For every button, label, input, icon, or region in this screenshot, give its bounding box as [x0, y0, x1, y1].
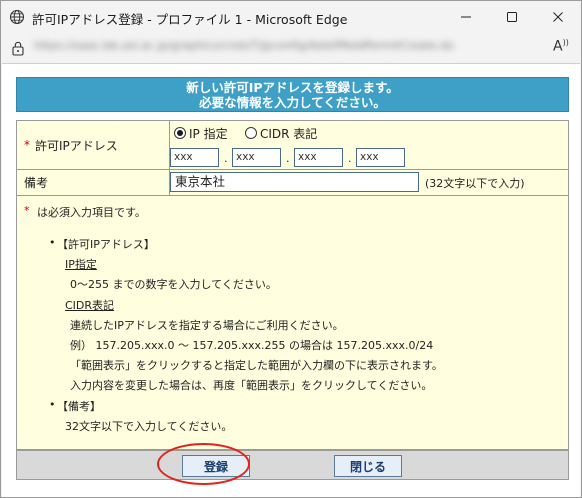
cidr-help-text-2: 例） 157.205.xxx.0 ～ 157.205.xxx.255 の場合は … [70, 339, 434, 352]
ip-address-row: * 許可IPアドレス IP 指定 CIDR 表記 xxx . xxx . xxx… [16, 120, 569, 170]
read-aloud-icon[interactable]: A)) [553, 38, 569, 55]
ip-help-heading: 【許可IPアドレス】 [57, 238, 155, 251]
header-line-2: 必要な情報を入力してください。 [199, 95, 386, 110]
maximize-button[interactable] [489, 1, 535, 33]
memo-help-heading: 【備考】 [57, 400, 101, 413]
page-header: 新しい許可IPアドレスを登録します。 必要な情報を入力してください。 [16, 77, 569, 112]
page-content: 新しい許可IPアドレスを登録します。 必要な情報を入力してください。 * 許可I… [2, 63, 580, 497]
close-button[interactable]: 閉じる [334, 455, 402, 477]
title-bar: 許可IPアドレス登録 - プロファイル 1 - Microsoft Edge [1, 1, 581, 34]
radio-ip-label[interactable]: IP 指定 [189, 125, 228, 142]
memo-label: 備考 [24, 176, 49, 190]
memo-help-text: 32文字以下で入力してください。 [65, 420, 233, 433]
ip-octet-2-input[interactable]: xxx [232, 148, 281, 167]
radio-cidr[interactable] [245, 127, 257, 139]
bullet: • [49, 236, 56, 249]
ip-dot: . [286, 152, 290, 165]
ip-address-label: 許可IPアドレス [35, 138, 118, 153]
bullet: • [49, 398, 56, 411]
url-field[interactable]: https://saas.lab.asl.ac.jp/graphics/cnds… [34, 39, 474, 55]
memo-hint: (32文字以下で入力) [425, 177, 525, 190]
memo-input[interactable]: 東京本社 [170, 172, 419, 192]
radio-ip[interactable] [174, 127, 186, 139]
ip-octet-3-input[interactable]: xxx [294, 148, 343, 167]
address-bar: https://saas.lab.asl.ac.jp/graphics/cnds… [1, 34, 581, 62]
close-window-button[interactable] [535, 1, 581, 33]
lock-icon [12, 41, 24, 56]
ip-dot: . [348, 152, 352, 165]
required-mark: * [24, 138, 30, 152]
cidr-help-subheading: CIDR表記 [65, 299, 115, 312]
ip-octet-1-input[interactable]: xxx [170, 148, 219, 167]
memo-row: 備考 東京本社 (32文字以下で入力) [16, 169, 569, 196]
window-title: 許可IPアドレス登録 - プロファイル 1 - Microsoft Edge [32, 12, 348, 27]
help-notes: * は必須入力項目です。 • 【許可IPアドレス】 IP指定 0～255 までの… [16, 195, 569, 450]
ip-help-text: 0～255 までの数字を入力してください。 [70, 278, 277, 291]
header-line-1: 新しい許可IPアドレスを登録します。 [186, 80, 399, 95]
memo-label-cell: 備考 [17, 170, 170, 195]
ip-address-label-cell: * 許可IPアドレス [17, 121, 170, 169]
browser-window: 許可IPアドレス登録 - プロファイル 1 - Microsoft Edge h… [0, 0, 582, 498]
ip-octet-4-input[interactable]: xxx [356, 148, 405, 167]
highlight-circle [157, 443, 250, 485]
cidr-help-text-3: 「範囲表示」をクリックすると指定した範囲が入力欄の下に表示されます。 [70, 359, 443, 372]
close-icon [553, 12, 563, 22]
minimize-icon [461, 16, 471, 18]
cidr-help-text-4: 入力内容を変更した場合は、再度「範囲表示」をクリックしてください。 [70, 379, 433, 392]
required-note-mark: * [24, 204, 30, 217]
ip-dot: . [224, 152, 228, 165]
radio-cidr-label[interactable]: CIDR 表記 [260, 125, 317, 142]
globe-icon [9, 9, 25, 25]
cidr-help-text-1: 連続したIPアドレスを指定する場合にご利用ください。 [70, 319, 344, 332]
required-note: は必須入力項目です。 [37, 206, 146, 219]
ip-help-subheading: IP指定 [65, 258, 97, 271]
maximize-icon [507, 12, 517, 22]
read-aloud-label: A [553, 38, 563, 55]
button-bar: 登録 閉じる [16, 450, 569, 480]
minimize-button[interactable] [443, 1, 489, 33]
